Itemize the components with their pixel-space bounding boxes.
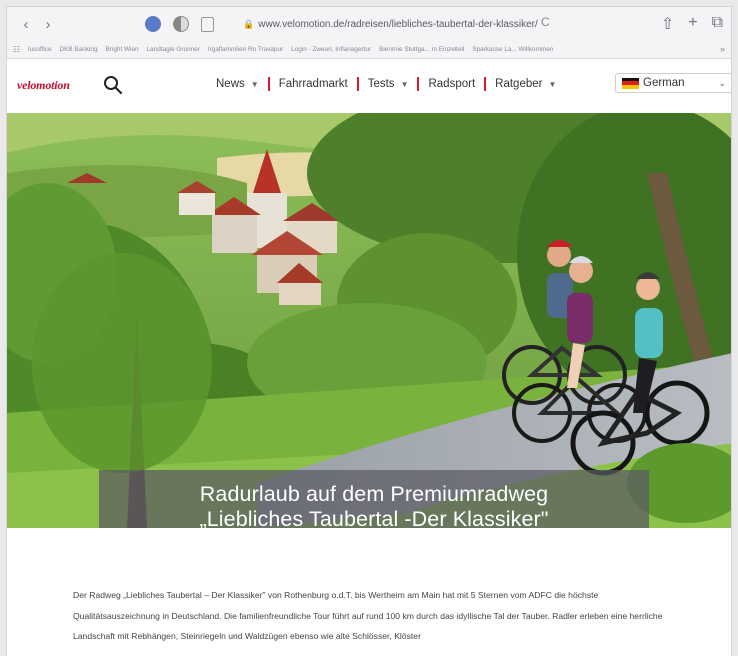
page-menu-icon[interactable] xyxy=(201,16,214,32)
language-value: German xyxy=(643,77,685,89)
nav-item-radsport[interactable]: Radsport xyxy=(419,78,484,90)
hero-photo-cyclists xyxy=(7,113,731,528)
nav-item-label: News xyxy=(216,78,245,90)
nav-item-label: Tests xyxy=(367,78,395,90)
nav-item-label: Ratgeber xyxy=(495,78,543,90)
new-tab-button[interactable]: + xyxy=(688,14,697,34)
tab-overview-icon[interactable]: ⧉ xyxy=(712,14,723,34)
article-paragraph: Der Radweg „Liebliches Taubertal – Der K… xyxy=(73,590,663,641)
nav-item-news[interactable]: News ▼ xyxy=(207,78,268,90)
favorite-link[interactable]: Bienrnie Stuttga... m Einzelteil xyxy=(379,46,464,53)
favorite-link[interactable]: DKB Banking xyxy=(60,46,98,53)
back-button[interactable]: ‹ xyxy=(15,16,37,33)
favorite-link[interactable]: Login - Zweuri, Inflanagertur xyxy=(291,46,371,53)
favorite-link[interactable]: Landtagle Grunner xyxy=(147,46,200,53)
extension-icon[interactable] xyxy=(145,16,161,32)
chevron-down-icon: ⌄ xyxy=(718,77,726,88)
browser-window: ‹ › 🔒 www.velomotion.de/radreisen/liebli… xyxy=(6,6,732,656)
search-icon[interactable] xyxy=(103,75,123,95)
hero-image: Radurlaub auf dem Premiumradweg „Lieblic… xyxy=(7,113,731,528)
share-icon[interactable]: ⇧ xyxy=(661,14,674,34)
favorite-link[interactable]: Irgaflammlien Rn Travapur xyxy=(208,46,283,53)
nav-item-ratgeber[interactable]: Ratgeber ▼ xyxy=(486,78,565,90)
reload-button[interactable]: C xyxy=(541,15,550,29)
nav-item-fahrradmarkt[interactable]: Fahrradmarkt xyxy=(270,78,357,90)
site-navigation: velomotion News ▼ Fahrradmarkt Tests ▼ R… xyxy=(7,59,731,113)
hero-title-box: Radurlaub auf dem Premiumradweg „Lieblic… xyxy=(99,470,649,528)
nav-item-tests[interactable]: Tests ▼ xyxy=(359,78,418,90)
forward-button[interactable]: › xyxy=(37,16,59,33)
grid-icon[interactable]: ☷ xyxy=(13,45,20,54)
lock-icon: 🔒 xyxy=(243,18,255,29)
german-flag-icon xyxy=(622,77,639,89)
address-bar[interactable]: 🔒 www.velomotion.de/radreisen/liebliches… xyxy=(243,14,538,34)
hero-title-line2: „Liebliches Taubertal -Der Klassiker" xyxy=(199,507,549,528)
favorite-link[interactable]: Bright Wien xyxy=(106,46,139,53)
caret-down-icon: ▼ xyxy=(548,79,557,89)
language-select[interactable]: German ⌄ xyxy=(615,73,731,93)
favorites-bar: ☷ lusoffice DKB Banking Bright Wien Land… xyxy=(7,41,731,59)
privacy-shield-icon[interactable] xyxy=(173,16,189,32)
caret-down-icon: ▼ xyxy=(250,79,259,89)
browser-toolbar: ‹ › 🔒 www.velomotion.de/radreisen/liebli… xyxy=(7,7,731,41)
hero-title-line1: Radurlaub auf dem Premiumradweg xyxy=(199,482,549,506)
site-logo[interactable]: velomotion xyxy=(17,78,70,93)
main-menu: News ▼ Fahrradmarkt Tests ▼ Radsport Rat… xyxy=(207,77,565,91)
caret-down-icon: ▼ xyxy=(400,79,409,89)
favorites-overflow-button[interactable]: » xyxy=(720,44,725,54)
url-text[interactable]: www.velomotion.de/radreisen/liebliches-t… xyxy=(258,19,538,30)
nav-item-label: Radsport xyxy=(428,78,476,90)
favorite-link[interactable]: Sparkasse La... Willkommen xyxy=(472,46,553,53)
nav-item-label: Fahrradmarkt xyxy=(278,78,348,90)
favorite-link[interactable]: lusoffice xyxy=(28,46,51,53)
